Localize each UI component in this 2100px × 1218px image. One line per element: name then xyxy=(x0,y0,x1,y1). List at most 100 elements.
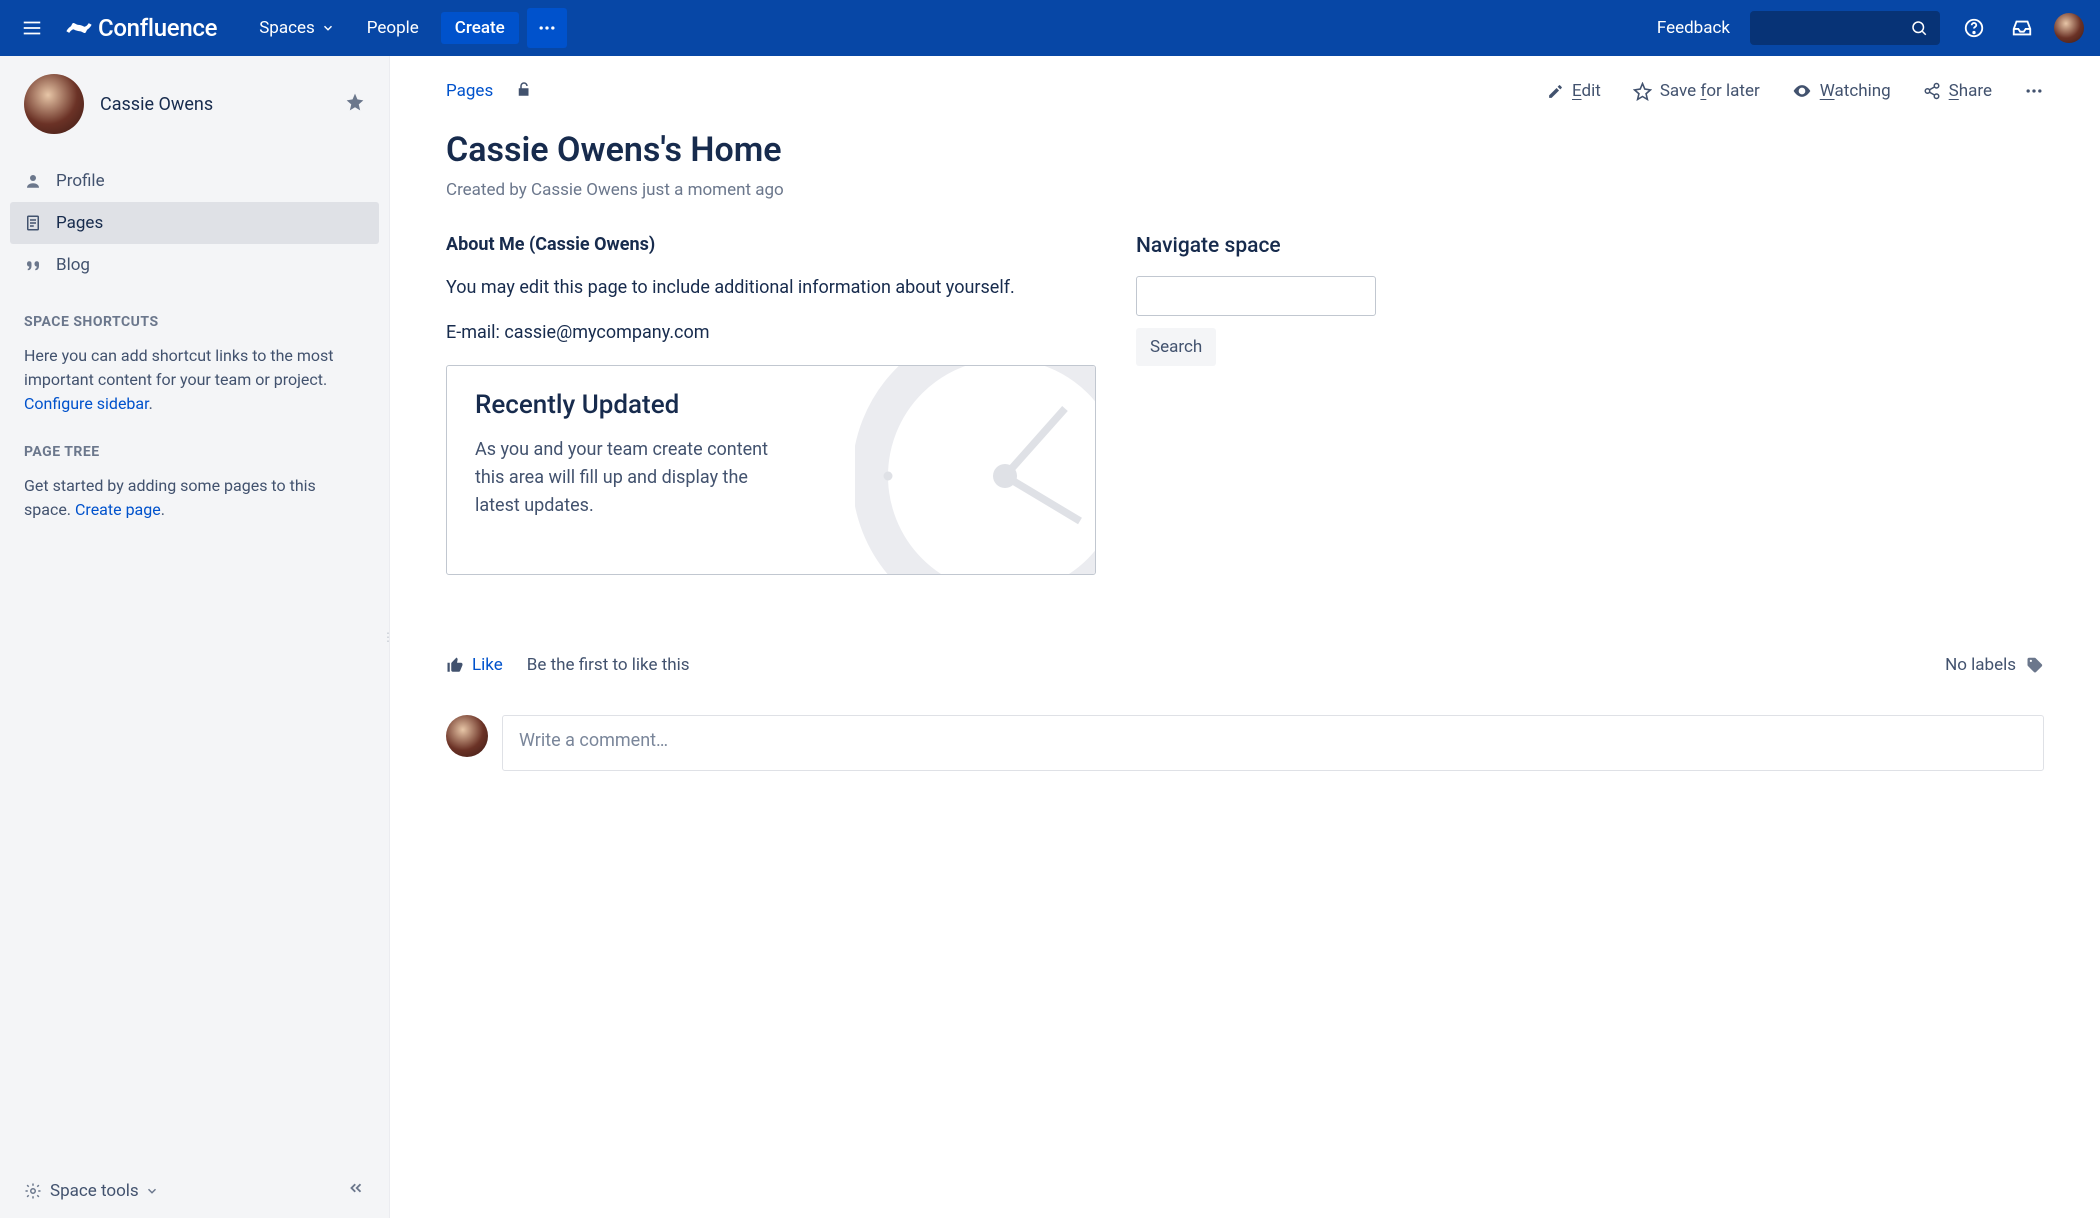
save-label: Save for later xyxy=(1660,81,1760,101)
menu-icon xyxy=(21,17,43,39)
pencil-icon xyxy=(1547,83,1564,100)
app-header: Confluence Spaces People Create Feedback xyxy=(0,0,2100,56)
create-page-link[interactable]: Create page xyxy=(75,500,161,519)
sidebar-item-pages[interactable]: Pages xyxy=(10,202,379,244)
resize-handle[interactable]: ⋮ xyxy=(382,630,392,644)
unlock-icon xyxy=(515,80,533,98)
thumbs-up-icon xyxy=(446,656,464,674)
panel-title: Recently Updated xyxy=(475,390,1067,420)
like-button[interactable]: Like xyxy=(446,655,503,675)
sidebar-pagetree-hint-text: Get started by adding some pages to this… xyxy=(24,476,316,519)
chevron-down-icon xyxy=(321,21,335,35)
header-left: Confluence Spaces People Create xyxy=(16,0,567,56)
main-content: Pages Edit Save for later Watching xyxy=(390,56,2100,1218)
breadcrumb-pages[interactable]: Pages xyxy=(446,81,493,101)
no-labels-text: No labels xyxy=(1945,655,2016,675)
share-button[interactable]: Share xyxy=(1923,81,1992,101)
sidebar-nav: Profile Pages Blog xyxy=(0,144,389,292)
gear-icon xyxy=(24,1182,42,1200)
help-button[interactable] xyxy=(1960,14,1988,42)
sidebar-footer: Space tools xyxy=(0,1163,389,1218)
watching-label: Watching xyxy=(1820,81,1891,101)
star-icon xyxy=(345,92,365,112)
feedback-label: Feedback xyxy=(1657,18,1730,38)
create-button[interactable]: Create xyxy=(441,12,519,44)
person-icon xyxy=(24,172,42,190)
navigate-space-column: Navigate space Search xyxy=(1136,234,1376,575)
share-label: Share xyxy=(1949,81,1992,101)
create-label: Create xyxy=(455,18,505,38)
like-hint: Be the first to like this xyxy=(527,655,690,675)
sidebar: Cassie Owens Profile Pages Blog Space Sh… xyxy=(0,56,390,1218)
navigate-space-heading: Navigate space xyxy=(1136,234,1376,258)
eye-icon xyxy=(1792,81,1812,101)
sidebar-shortcuts-title: Space Shortcuts xyxy=(0,292,389,338)
save-for-later-button[interactable]: Save for later xyxy=(1633,81,1760,101)
edit-button[interactable]: Edit xyxy=(1547,81,1601,101)
confluence-logo[interactable]: Confluence xyxy=(66,14,217,42)
sidebar-pagetree-title: Page Tree xyxy=(0,422,389,468)
sidebar-shortcuts-hint-text: Here you can add shortcut links to the m… xyxy=(24,346,334,389)
confluence-icon xyxy=(66,15,92,41)
star-outline-icon xyxy=(1633,82,1652,101)
sidebar-profile: Cassie Owens xyxy=(0,56,389,144)
double-chevron-left-icon xyxy=(347,1179,365,1197)
watching-button[interactable]: Watching xyxy=(1792,81,1891,101)
comment-avatar xyxy=(446,715,488,757)
page-footer: Like Be the first to like this No labels xyxy=(446,655,2044,675)
sidebar-item-label: Profile xyxy=(56,171,105,191)
search-input[interactable] xyxy=(1750,11,1940,45)
sidebar-item-profile[interactable]: Profile xyxy=(10,160,379,202)
nav-people-label: People xyxy=(367,18,419,38)
chevron-down-icon xyxy=(145,1184,159,1198)
header-right: Feedback xyxy=(1657,11,2084,45)
about-paragraph: You may edit this page to include additi… xyxy=(446,275,1096,300)
content-column: About Me (Cassie Owens) You may edit thi… xyxy=(446,234,1096,575)
search-icon xyxy=(1910,19,1928,37)
space-search-input[interactable] xyxy=(1136,276,1376,316)
page-more-button[interactable] xyxy=(2024,81,2044,101)
space-tools-button[interactable]: Space tools xyxy=(50,1181,139,1201)
page-title: Cassie Owens's Home xyxy=(446,130,2044,170)
comment-input[interactable]: Write a comment… xyxy=(502,715,2044,771)
page-top-row: Pages Edit Save for later Watching xyxy=(446,68,2044,114)
share-icon xyxy=(1923,82,1941,100)
email-line: E-mail: cassie@mycompany.com xyxy=(446,320,1096,345)
quote-icon xyxy=(24,256,42,274)
notifications-button[interactable] xyxy=(2008,14,2036,42)
comment-placeholder: Write a comment… xyxy=(519,730,668,751)
nav-people[interactable]: People xyxy=(353,0,433,56)
header-more-button[interactable] xyxy=(527,8,567,48)
user-avatar[interactable] xyxy=(2054,13,2084,43)
about-heading: About Me (Cassie Owens) xyxy=(446,234,1096,255)
inbox-icon xyxy=(2011,17,2033,39)
tag-icon[interactable] xyxy=(2026,656,2044,674)
sidebar-item-label: Blog xyxy=(56,255,90,275)
edit-label: Edit xyxy=(1572,81,1601,101)
panel-body: As you and your team create content this… xyxy=(475,436,775,520)
sidebar-avatar[interactable] xyxy=(24,74,84,134)
ellipsis-icon xyxy=(2024,81,2044,101)
sidebar-shortcuts-hint: Here you can add shortcut links to the m… xyxy=(0,338,389,422)
page-icon xyxy=(24,214,42,232)
brand-text: Confluence xyxy=(98,14,217,42)
page-byline: Created by Cassie Owens just a moment ag… xyxy=(446,180,2044,200)
nav-spaces-label: Spaces xyxy=(259,18,315,38)
collapse-sidebar-button[interactable] xyxy=(347,1179,365,1202)
page-toolbar: Edit Save for later Watching Share xyxy=(1547,81,2044,101)
ellipsis-icon xyxy=(537,18,557,38)
restrictions-button[interactable] xyxy=(515,80,533,102)
space-search-button[interactable]: Search xyxy=(1136,328,1216,366)
recently-updated-panel: Recently Updated As you and your team cr… xyxy=(446,365,1096,575)
help-icon xyxy=(1963,17,1985,39)
comment-row: Write a comment… xyxy=(446,715,2044,771)
nav-spaces[interactable]: Spaces xyxy=(245,0,349,56)
hamburger-button[interactable] xyxy=(16,12,48,44)
sidebar-pagetree-hint: Get started by adding some pages to this… xyxy=(0,468,389,528)
sidebar-item-blog[interactable]: Blog xyxy=(10,244,379,286)
labels-area: No labels xyxy=(1945,655,2044,675)
feedback-link[interactable]: Feedback xyxy=(1657,18,1730,38)
configure-sidebar-link[interactable]: Configure sidebar xyxy=(24,394,149,413)
favorite-button[interactable] xyxy=(345,92,365,116)
content-area: About Me (Cassie Owens) You may edit thi… xyxy=(446,234,2044,575)
